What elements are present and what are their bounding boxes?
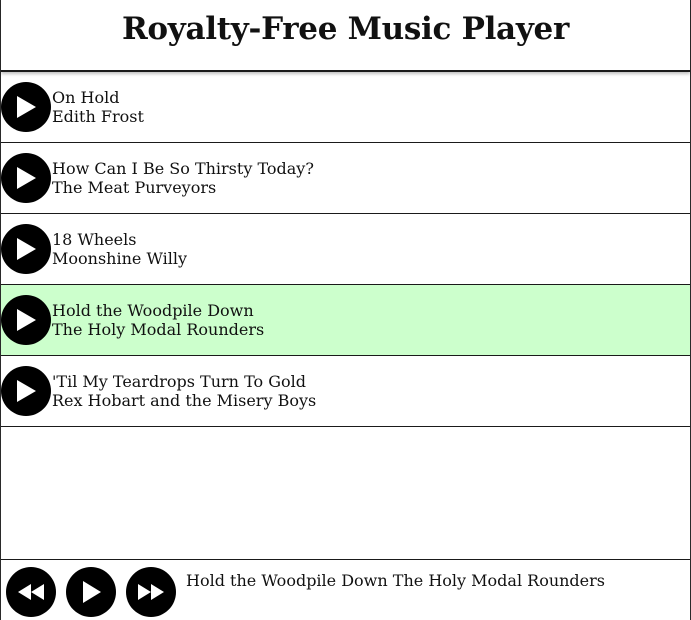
track-info: On Hold Edith Frost	[52, 88, 144, 126]
track-play-button[interactable]	[1, 224, 51, 274]
now-playing-text: Hold the Woodpile Down The Holy Modal Ro…	[186, 571, 605, 590]
track-info: 'Til My Teardrops Turn To Gold Rex Hobar…	[52, 372, 316, 410]
track-play-button[interactable]	[1, 366, 51, 416]
player-controls-bar: Hold the Woodpile Down The Holy Modal Ro…	[1, 559, 690, 620]
play-icon	[17, 96, 36, 118]
now-playing-artist: The Holy Modal Rounders	[392, 571, 605, 590]
play-icon	[17, 167, 36, 189]
track-play-button[interactable]	[1, 82, 51, 132]
header: Royalty-Free Music Player	[1, 0, 690, 72]
fast-forward-icon	[138, 584, 164, 600]
play-icon	[17, 380, 36, 402]
track-artist: The Meat Purveyors	[52, 178, 217, 197]
track-info: How Can I Be So Thirsty Today? The Meat …	[52, 159, 314, 197]
track-artist: The Holy Modal Rounders	[52, 320, 265, 339]
track-row[interactable]: How Can I Be So Thirsty Today? The Meat …	[1, 143, 690, 214]
track-title: How Can I Be So Thirsty Today?	[52, 159, 314, 178]
track-play-button[interactable]	[1, 153, 51, 203]
track-title: 'Til My Teardrops Turn To Gold	[52, 372, 306, 391]
track-info: 18 Wheels Moonshine Willy	[52, 230, 187, 268]
track-title: Hold the Woodpile Down	[52, 301, 254, 320]
music-player-app: Royalty-Free Music Player On Hold Edith …	[0, 0, 691, 620]
track-play-button[interactable]	[1, 295, 51, 345]
play-icon	[17, 238, 36, 260]
play-button[interactable]	[66, 567, 116, 617]
now-playing-title: Hold the Woodpile Down	[186, 571, 388, 590]
previous-button[interactable]	[6, 567, 56, 617]
track-artist: Rex Hobart and the Misery Boys	[52, 391, 317, 410]
track-list: On Hold Edith Frost How Can I Be So Thir…	[1, 72, 690, 427]
play-icon	[17, 309, 36, 331]
track-row[interactable]: 18 Wheels Moonshine Willy	[1, 214, 690, 285]
track-artist: Edith Frost	[52, 107, 144, 126]
transport-controls	[6, 567, 186, 617]
track-row-selected[interactable]: Hold the Woodpile Down The Holy Modal Ro…	[1, 285, 690, 356]
rewind-icon	[18, 584, 44, 600]
track-row[interactable]: 'Til My Teardrops Turn To Gold Rex Hobar…	[1, 356, 690, 427]
track-title: 18 Wheels	[52, 230, 137, 249]
play-icon	[83, 581, 101, 603]
track-title: On Hold	[52, 88, 120, 107]
page-title: Royalty-Free Music Player	[121, 11, 570, 47]
next-button[interactable]	[126, 567, 176, 617]
track-artist: Moonshine Willy	[52, 249, 187, 268]
track-info: Hold the Woodpile Down The Holy Modal Ro…	[52, 301, 264, 339]
track-row[interactable]: On Hold Edith Frost	[1, 72, 690, 143]
